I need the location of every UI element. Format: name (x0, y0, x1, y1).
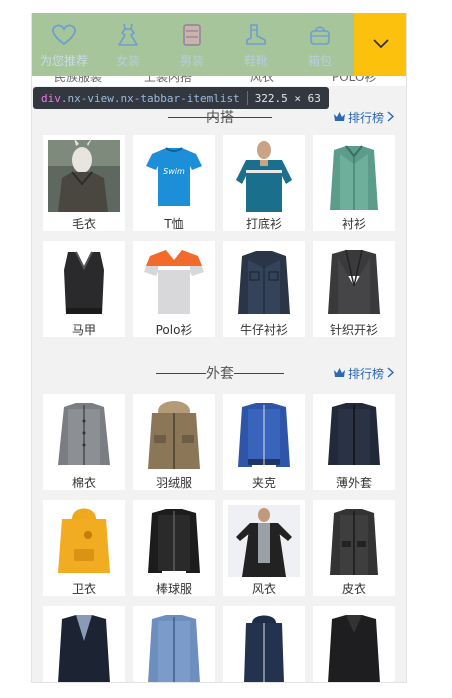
item-name: 夹克 (251, 476, 276, 490)
mobile-app-frame: 为您推荐 女装 男装 鞋靴 箱包 民族服装 上装内搭 风衣 POLO衫 div … (31, 13, 407, 683)
hooded-vest-photo (228, 611, 300, 682)
tab-label: 男装 (179, 54, 204, 68)
vest-photo (48, 246, 120, 318)
tab-label: 箱包 (307, 54, 332, 68)
item-name: 衬衫 (341, 217, 366, 231)
light-coat-photo (318, 399, 390, 471)
item-name: 皮衣 (341, 582, 366, 596)
boot-icon (243, 23, 269, 47)
item-name: 打底衫 (245, 217, 282, 231)
section-header: 外套 排行榜 (32, 357, 406, 387)
item-name: 卫衣 (71, 582, 96, 596)
tooltip-tag: div (41, 91, 61, 105)
item-name: T恤 (164, 217, 184, 231)
category-card[interactable]: 皮衣 (313, 500, 395, 596)
item-name: 针织开衫 (329, 323, 378, 337)
leather-photo (318, 505, 390, 577)
category-card[interactable]: 马甲 (43, 241, 125, 337)
tab-recommend[interactable]: 为您推荐 (32, 13, 96, 76)
shirt-photo (318, 140, 390, 212)
chevron-right-icon (387, 366, 395, 381)
category-card[interactable]: 夹克 (223, 394, 305, 490)
category-card[interactable]: 牛仔衬衫 (223, 241, 305, 337)
category-card[interactable]: Polo衫 (133, 241, 215, 337)
polo-photo (138, 246, 210, 318)
tab-bags[interactable]: 箱包 (288, 13, 352, 76)
item-name: 棉衣 (71, 476, 96, 490)
category-card[interactable] (43, 606, 125, 682)
cardigan-photo (318, 246, 390, 318)
tab-women[interactable]: 女装 (96, 13, 160, 76)
blazer-photo (48, 611, 120, 682)
crown-icon (333, 111, 346, 125)
expand-categories-button[interactable] (354, 13, 406, 76)
trench-photo (228, 505, 300, 577)
section-inner-wear: 内搭 排行榜 毛衣 Swim T恤 打底衫 衬衫 马甲 Polo衫 牛仔衬衫 针… (32, 101, 406, 351)
category-card[interactable]: 棒球服 (133, 500, 215, 596)
jacket-photo (228, 399, 300, 471)
sweater-photo (48, 140, 120, 212)
devtools-element-tooltip: div .nx-view.nx-tabbar-itemlist 322.5 × 63 (33, 87, 329, 109)
tab-men[interactable]: 男装 (160, 13, 224, 76)
subcategory-row-partial: 民族服装 上装内搭 风衣 POLO衫 (32, 76, 406, 86)
tooltip-size: 322.5 × 63 (254, 91, 321, 105)
item-name: 薄外套 (335, 476, 372, 490)
category-card[interactable]: 薄外套 (313, 394, 395, 490)
category-tabbar: 为您推荐 女装 男装 鞋靴 箱包 (32, 13, 406, 76)
heart-icon (51, 23, 77, 47)
tab-label: 为您推荐 (39, 54, 88, 68)
chevron-right-icon (387, 110, 395, 125)
category-card[interactable] (313, 606, 395, 682)
category-card[interactable]: 针织开衫 (313, 241, 395, 337)
ranking-label: 排行榜 (347, 367, 384, 381)
denim-shirt-photo (228, 246, 300, 318)
category-card[interactable]: 风衣 (223, 500, 305, 596)
item-name: 牛仔衬衫 (239, 323, 288, 337)
category-card[interactable]: 羽绒服 (133, 394, 215, 490)
ranking-link[interactable]: 排行榜 (333, 365, 395, 382)
denim-jacket-photo (138, 611, 210, 682)
padded-jacket-photo (48, 399, 120, 471)
black-coat-photo (318, 611, 390, 682)
peek-label[interactable]: 上装内搭 (144, 76, 192, 85)
item-name: 毛衣 (71, 217, 96, 231)
peek-label[interactable]: POLO衫 (332, 76, 376, 85)
chevron-down-icon (372, 35, 390, 54)
item-name: 棒球服 (155, 582, 192, 596)
ranking-label: 排行榜 (347, 111, 384, 125)
category-card[interactable]: Swim T恤 (133, 135, 215, 231)
item-name: Polo衫 (155, 323, 193, 337)
category-card[interactable]: 卫衣 (43, 500, 125, 596)
category-card[interactable] (223, 606, 305, 682)
tee-photo (228, 140, 300, 212)
hoodie-photo (48, 505, 120, 577)
item-name: 风衣 (251, 582, 276, 596)
ranking-link[interactable]: 排行榜 (333, 109, 395, 126)
tab-label: 女装 (115, 54, 140, 68)
category-card[interactable]: 毛衣 (43, 135, 125, 231)
sweater-icon (179, 23, 205, 47)
crown-icon (333, 367, 346, 381)
svg-text:Swim: Swim (163, 167, 185, 176)
peek-label[interactable]: 民族服装 (54, 76, 102, 85)
item-name: 羽绒服 (155, 476, 192, 490)
item-name: 马甲 (71, 323, 96, 337)
down-jacket-photo (138, 399, 210, 471)
tshirt-photo: Swim (138, 140, 210, 212)
peek-label[interactable]: 风衣 (250, 76, 274, 85)
tab-label: 鞋靴 (243, 54, 268, 68)
category-card[interactable] (133, 606, 215, 682)
bag-icon (307, 23, 333, 47)
category-card[interactable]: 衬衫 (313, 135, 395, 231)
dress-icon (115, 23, 141, 47)
section-outerwear: 外套 排行榜 棉衣 羽绒服 夹克 薄外套 卫衣 棒球服 风衣 皮衣 (32, 357, 406, 682)
tab-shoes[interactable]: 鞋靴 (224, 13, 288, 76)
baseball-jacket-photo (138, 505, 210, 577)
category-card[interactable]: 打底衫 (223, 135, 305, 231)
tooltip-classes: .nx-view.nx-tabbar-itemlist (60, 91, 240, 105)
category-card[interactable]: 棉衣 (43, 394, 125, 490)
